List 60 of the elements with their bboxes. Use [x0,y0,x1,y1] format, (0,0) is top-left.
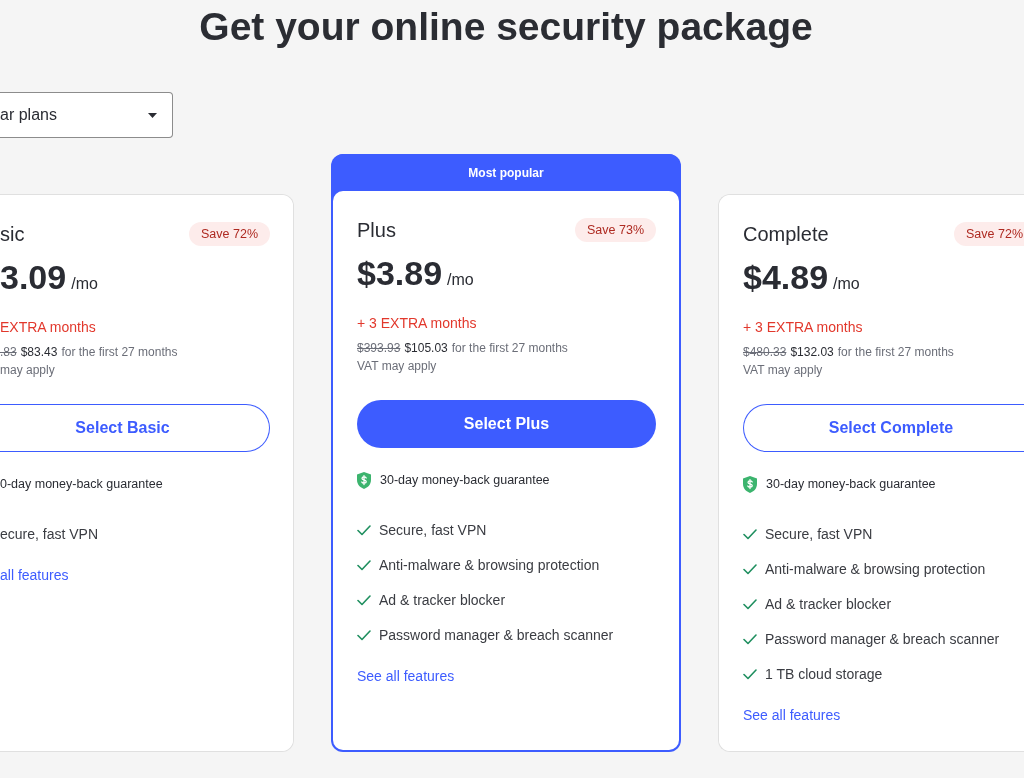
page-title: Get your online security package [198,4,814,50]
check-icon [357,559,371,571]
check-icon [743,528,757,540]
feature-text: Secure, fast VPN [765,525,873,544]
check-icon [743,633,757,645]
check-icon [357,629,371,641]
caret-icon [148,112,157,118]
shield-dollar-icon [357,471,371,489]
feature-text: Password manager & breach scanner [379,626,614,645]
billing-term: for the first 27 months [61,344,178,361]
save-badge: Save 72% [954,222,1024,246]
plan-name: Plus [357,218,396,242]
vat-note: may apply [0,362,56,379]
extra-months-offer: EXTRA months [0,318,97,337]
billing-term: for the first 27 months [451,340,568,357]
check-icon [743,668,757,680]
guarantee-text: 0-day money-back guarantee [0,476,163,493]
feature-text: Anti-malware & browsing protection [765,560,986,579]
check-icon [357,594,371,606]
plan-price: $4.89 [743,257,829,297]
see-features-link[interactable]: See all features [743,705,841,725]
feature-text: Secure, fast VPN [379,521,487,540]
see-features-link[interactable]: See all features [357,666,455,686]
price-period: /mo [833,274,860,294]
extra-months-offer: + 3 EXTRA months [357,314,478,333]
old-price: $393.93 [357,340,401,357]
guarantee-text: 30-day money-back guarantee [766,476,936,493]
feature-text: 1 TB cloud storage [765,665,883,684]
vat-note: VAT may apply [357,358,438,375]
plan-dropdown[interactable]: ar plans [0,92,173,138]
select-plan-button[interactable]: Select Basic [0,404,270,452]
see-features-link[interactable]: all features [0,565,69,585]
extra-months-offer: + 3 EXTRA months [743,318,864,337]
feature-text: Anti-malware & browsing protection [379,556,600,575]
save-badge: Save 73% [575,218,656,242]
feature-text: Ad & tracker blocker [765,595,892,614]
check-icon [743,598,757,610]
discounted-total: $105.03 [404,340,448,357]
price-period: /mo [71,274,98,294]
save-badge: Save 72% [189,222,270,246]
plan-price: $3.89 [357,253,443,293]
check-icon [357,524,371,536]
feature-text: Ad & tracker blocker [379,591,506,610]
old-price: .83 [0,344,17,361]
select-plan-button[interactable]: Select Plus [357,400,656,448]
plan-name: sic [0,222,25,246]
plan-price: 3.09 [0,257,67,297]
guarantee-text: 30-day money-back guarantee [380,472,550,489]
price-period: /mo [447,270,474,290]
shield-dollar-icon [743,475,757,493]
check-icon [743,563,757,575]
select-plan-button[interactable]: Select Complete [743,404,1024,452]
vat-note: VAT may apply [743,362,824,379]
old-price: $480.33 [743,344,787,361]
discounted-total: $83.43 [20,344,58,361]
plan-name: Complete [743,222,829,246]
billing-term: for the first 27 months [837,344,954,361]
discounted-total: $132.03 [790,344,834,361]
feature-text: ecure, fast VPN [0,525,99,544]
feature-text: Password manager & breach scanner [765,630,1000,649]
